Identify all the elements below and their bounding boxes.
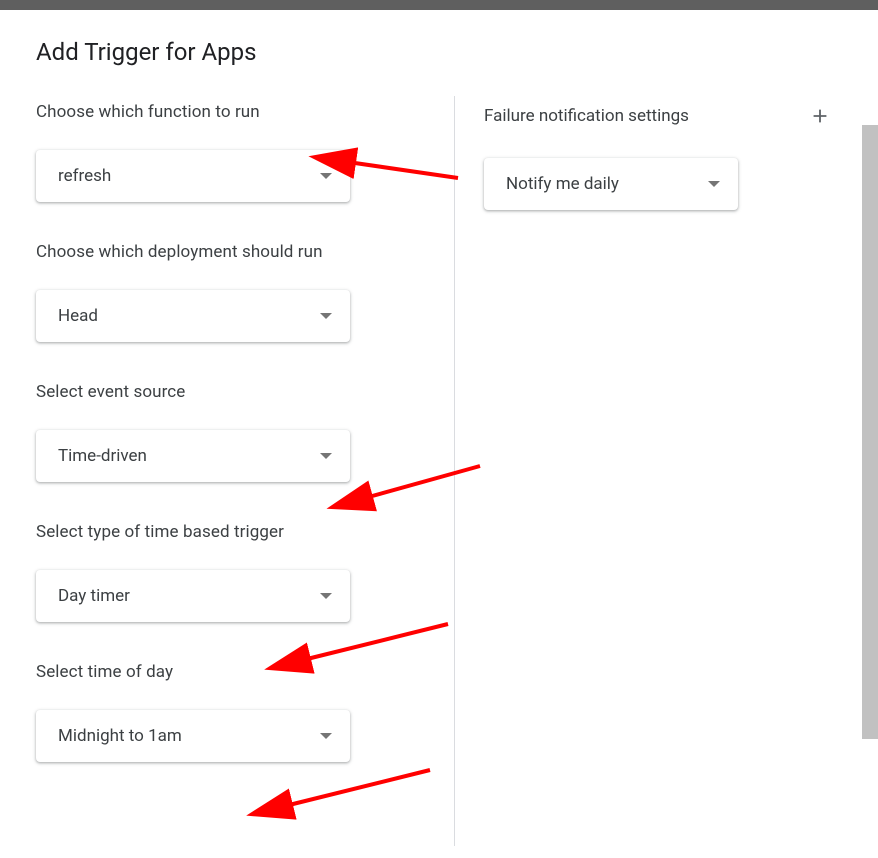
right-column: Failure notification settings Notify me …: [454, 102, 834, 802]
function-select-value: refresh: [58, 166, 314, 186]
chevron-down-icon: [320, 593, 332, 599]
failure-label: Failure notification settings: [484, 106, 689, 126]
dialog-title: Add Trigger for Apps: [36, 38, 842, 66]
event-source-select[interactable]: Time-driven: [36, 430, 350, 482]
event-source-select-value: Time-driven: [58, 446, 314, 466]
failure-header: Failure notification settings: [484, 102, 834, 130]
failure-notification-select-value: Notify me daily: [506, 174, 702, 194]
deployment-select-value: Head: [58, 306, 314, 326]
event-source-field: Select event source Time-driven: [36, 382, 424, 482]
event-source-label: Select event source: [36, 382, 424, 402]
trigger-type-select[interactable]: Day timer: [36, 570, 350, 622]
add-trigger-dialog: Add Trigger for Apps Choose which functi…: [0, 10, 878, 802]
trigger-type-field: Select type of time based trigger Day ti…: [36, 522, 424, 622]
function-label: Choose which function to run: [36, 102, 424, 122]
chevron-down-icon: [708, 181, 720, 187]
dialog-columns: Choose which function to run refresh Cho…: [36, 102, 842, 802]
function-field: Choose which function to run refresh: [36, 102, 424, 202]
deployment-label: Choose which deployment should run: [36, 242, 424, 262]
chevron-down-icon: [320, 173, 332, 179]
plus-icon: [809, 105, 831, 127]
deployment-select[interactable]: Head: [36, 290, 350, 342]
chevron-down-icon: [320, 453, 332, 459]
trigger-type-label: Select type of time based trigger: [36, 522, 424, 542]
time-of-day-select-value: Midnight to 1am: [58, 726, 314, 746]
chevron-down-icon: [320, 313, 332, 319]
add-notification-button[interactable]: [806, 102, 834, 130]
function-select[interactable]: refresh: [36, 150, 350, 202]
window-top-bar: [0, 0, 878, 10]
time-of-day-field: Select time of day Midnight to 1am: [36, 662, 424, 762]
time-of-day-label: Select time of day: [36, 662, 424, 682]
vertical-scrollbar[interactable]: [862, 125, 878, 739]
deployment-field: Choose which deployment should run Head: [36, 242, 424, 342]
failure-notification-select[interactable]: Notify me daily: [484, 158, 738, 210]
column-divider: [454, 96, 455, 846]
trigger-type-select-value: Day timer: [58, 586, 314, 606]
time-of-day-select[interactable]: Midnight to 1am: [36, 710, 350, 762]
left-column: Choose which function to run refresh Cho…: [36, 102, 454, 802]
chevron-down-icon: [320, 733, 332, 739]
